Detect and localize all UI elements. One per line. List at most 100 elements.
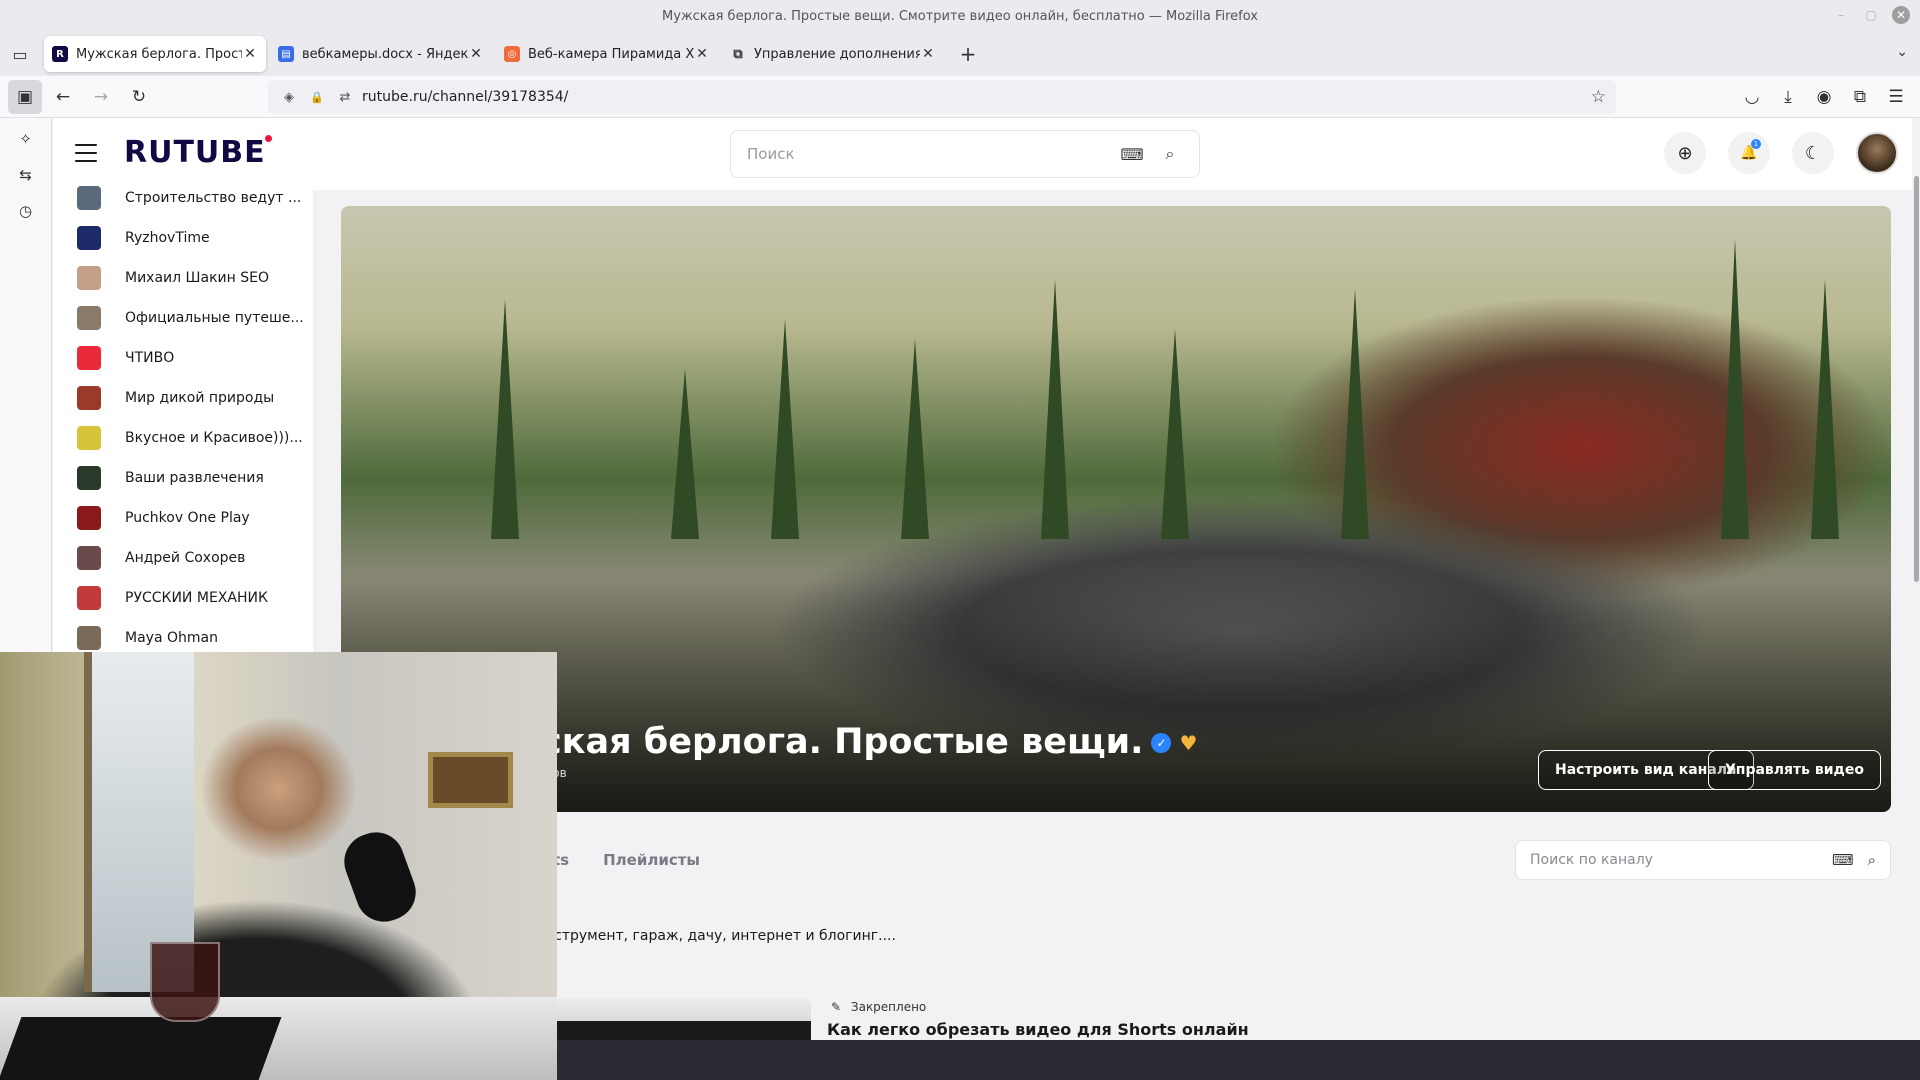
tab-docs[interactable]: ▤ вебкамеры.docx - Яндекс Документы ✕ bbox=[270, 36, 492, 72]
channel-name: ЧТИВО bbox=[125, 350, 175, 366]
minimize-button[interactable]: – bbox=[1832, 6, 1850, 24]
verified-icon: ✓ bbox=[1151, 733, 1172, 753]
tab-title: Управление дополнениями bbox=[754, 46, 920, 62]
channel-name: Михаил Шакин SEO bbox=[125, 270, 269, 286]
menu-icon[interactable]: ☰ bbox=[1878, 80, 1914, 114]
manage-videos-button[interactable]: Управлять видео bbox=[1708, 750, 1881, 790]
pin-icon: ✎ bbox=[831, 1000, 842, 1014]
permissions-icon[interactable]: ⇄ bbox=[334, 90, 356, 105]
channel-avatar bbox=[77, 226, 101, 250]
channel-title: ская берлога. Простые вещи. ✓ ♥ bbox=[541, 722, 1197, 762]
url-text[interactable]: rutube.ru/channel/39178354/ bbox=[362, 89, 568, 105]
url-bar[interactable]: ◈ 🔒 ⇄ rutube.ru/channel/39178354/ ☆ bbox=[268, 80, 1616, 114]
lock-icon[interactable]: 🔒 bbox=[306, 91, 328, 104]
webcam-keyboard bbox=[0, 1017, 282, 1080]
pinned-video-title[interactable]: Как легко обрезать видео для Shorts онла… bbox=[827, 1020, 1249, 1039]
channel-name: RyzhovTime bbox=[125, 230, 210, 246]
new-tab-button[interactable]: + bbox=[950, 36, 986, 72]
pyramid-icon: ◎ bbox=[504, 46, 520, 62]
window-title: Мужская берлога. Простые вещи. Смотрите … bbox=[662, 8, 1258, 24]
user-avatar[interactable] bbox=[1856, 132, 1898, 174]
keyboard-icon[interactable]: ⌨ bbox=[1832, 851, 1854, 869]
rutube-icon: R bbox=[52, 46, 68, 62]
notification-badge: 1 bbox=[1751, 139, 1761, 149]
channel-title-text: ская берлога. Простые вещи. bbox=[541, 722, 1144, 762]
heart-icon: ♥ bbox=[1179, 731, 1198, 755]
channel-avatar bbox=[77, 346, 101, 370]
channel-item[interactable]: Вкусное и Красивое)))... bbox=[77, 418, 307, 458]
notifications-button[interactable]: 🔔 1 bbox=[1728, 132, 1770, 174]
site-header: RUTUBE ⌨ ⌕ ⊕ 🔔 1 ☾ bbox=[53, 118, 1920, 190]
search-icon[interactable]: ⌕ bbox=[1157, 141, 1183, 167]
search-icon[interactable]: ⌕ bbox=[1868, 851, 1876, 869]
channel-item[interactable]: РУССКИЙ МЕХАНИК bbox=[77, 578, 307, 618]
close-window-button[interactable]: ✕ bbox=[1892, 6, 1910, 24]
puzzle-icon: ⧉ bbox=[733, 46, 743, 62]
channel-item[interactable]: RyzhovTime bbox=[77, 218, 307, 258]
account-icon[interactable]: ◉ bbox=[1806, 80, 1842, 114]
tab-overflow-icon[interactable]: ⌄ bbox=[1896, 44, 1908, 60]
channel-avatar bbox=[77, 186, 101, 210]
navigation-bar: ▣ ← → ↻ ◈ 🔒 ⇄ rutube.ru/channel/39178354… bbox=[0, 76, 1920, 118]
download-icon[interactable]: ⤓ bbox=[1770, 80, 1806, 114]
theme-toggle-icon[interactable]: ☾ bbox=[1792, 132, 1834, 174]
sidebar-toggle-icon[interactable]: ▣ bbox=[8, 79, 42, 114]
back-icon[interactable]: ← bbox=[46, 80, 80, 114]
tab-close-icon[interactable]: ✕ bbox=[694, 46, 710, 62]
ai-chatbot-icon[interactable]: ✧ bbox=[12, 128, 40, 150]
forward-icon[interactable]: → bbox=[84, 80, 118, 114]
tab-list-icon[interactable]: ▭ bbox=[0, 34, 40, 74]
webcam-wall-picture bbox=[428, 752, 513, 808]
channel-item[interactable]: ЧТИВО bbox=[77, 338, 307, 378]
channel-avatar bbox=[77, 546, 101, 570]
tab-close-icon[interactable]: ✕ bbox=[920, 46, 936, 62]
search-input[interactable] bbox=[747, 145, 1107, 163]
channel-name: Андрей Сохорев bbox=[125, 550, 246, 566]
docs-icon: ▤ bbox=[278, 46, 294, 62]
tab-webcam[interactable]: ◎ Веб-камера Пирамида Xeon ✕ bbox=[496, 36, 718, 72]
pinned-label-text: Закреплено bbox=[850, 1000, 927, 1014]
webcam-window-background bbox=[84, 652, 194, 992]
toolbar-right: ◡ ⤓ ◉ ⧉ ☰ bbox=[1734, 80, 1914, 114]
reload-icon[interactable]: ↻ bbox=[122, 80, 156, 114]
maximize-button[interactable]: ▢ bbox=[1862, 6, 1880, 24]
channel-item[interactable]: Михаил Шакин SEO bbox=[77, 258, 307, 298]
pocket-icon[interactable]: ◡ bbox=[1734, 80, 1770, 114]
channel-item[interactable]: Puchkov One Play bbox=[77, 498, 307, 538]
hamburger-menu-icon[interactable] bbox=[75, 144, 97, 162]
tab-title: Мужская берлога. Простые вещи. bbox=[76, 46, 242, 62]
keyboard-icon[interactable]: ⌨ bbox=[1119, 141, 1145, 167]
tab-rutube[interactable]: R Мужская берлога. Простые вещи. ✕ bbox=[44, 36, 266, 72]
channel-item[interactable]: Строительство ведут ... bbox=[77, 178, 307, 218]
rutube-logo[interactable]: RUTUBE bbox=[124, 135, 266, 170]
history-icon[interactable]: ◷ bbox=[12, 200, 40, 222]
upload-icon[interactable]: ⊕ bbox=[1664, 132, 1706, 174]
shield-icon[interactable]: ◈ bbox=[278, 90, 300, 105]
header-actions: ⊕ 🔔 1 ☾ bbox=[1664, 132, 1898, 174]
page-scrollbar[interactable] bbox=[1912, 118, 1920, 1040]
tab-close-icon[interactable]: ✕ bbox=[468, 46, 484, 62]
pinned-video-thumbnail[interactable] bbox=[541, 998, 811, 1040]
site-search: ⌨ ⌕ bbox=[730, 130, 1200, 178]
synced-tabs-icon[interactable]: ⇆ bbox=[12, 164, 40, 186]
tab-playlists[interactable]: Плейлисты bbox=[603, 851, 700, 869]
channel-item[interactable]: Ваши развлечения bbox=[77, 458, 307, 498]
channel-name: Ваши развлечения bbox=[125, 470, 264, 486]
channel-item[interactable]: Мир дикой природы bbox=[77, 378, 307, 418]
tab-title: вебкамеры.docx - Яндекс Документы bbox=[302, 46, 468, 62]
tab-bar: ▭ R Мужская берлога. Простые вещи. ✕ ▤ в… bbox=[0, 32, 1920, 76]
channel-name: Puchkov One Play bbox=[125, 510, 250, 526]
extensions-icon[interactable]: ⧉ bbox=[1842, 80, 1878, 114]
tab-close-icon[interactable]: ✕ bbox=[242, 46, 258, 62]
scrollbar-thumb[interactable] bbox=[1914, 176, 1919, 582]
channel-name: Мир дикой природы bbox=[125, 390, 275, 406]
channel-item[interactable]: Официальные путеше... bbox=[77, 298, 307, 338]
webcam-microphone bbox=[336, 824, 424, 930]
tab-title: Веб-камера Пирамида Xeon bbox=[528, 46, 694, 62]
bookmark-star-icon[interactable]: ☆ bbox=[1591, 87, 1606, 107]
tab-addons[interactable]: ⧉ Управление дополнениями ✕ bbox=[722, 36, 944, 72]
channel-item[interactable]: Андрей Сохорев bbox=[77, 538, 307, 578]
channel-search-input[interactable] bbox=[1530, 852, 1818, 868]
channel-name: РУССКИЙ МЕХАНИК bbox=[125, 590, 268, 606]
channel-avatar bbox=[77, 586, 101, 610]
